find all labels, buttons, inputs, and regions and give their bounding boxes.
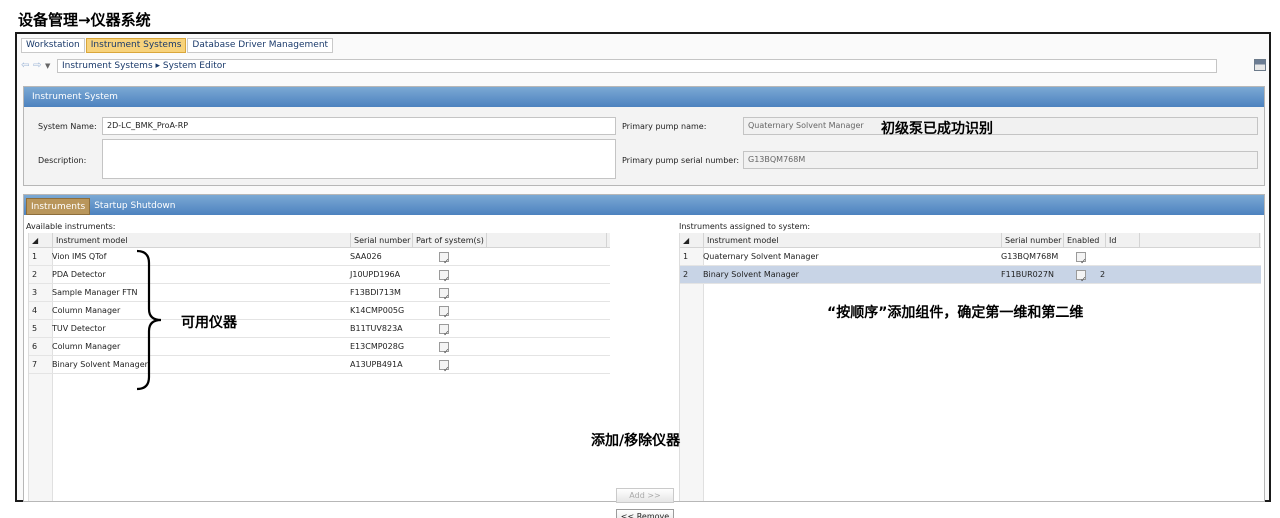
serial-number-cell: F11BUR027N xyxy=(1001,270,1054,279)
instrument-model-cell: Sample Manager FTN xyxy=(52,288,138,297)
instruments-tabs: Instruments Startup Shutdown xyxy=(24,195,1264,215)
description-label: Description: xyxy=(38,156,87,165)
tab-instruments[interactable]: Instruments xyxy=(26,198,91,215)
main-tabs: Workstation Instrument Systems Database … xyxy=(21,38,334,53)
instrument-model-cell: Binary Solvent Manager xyxy=(703,270,799,279)
serial-number-cell: SAA026 xyxy=(350,252,382,261)
table-row[interactable]: 1 Vion IMS QTof SAA026 ✓ xyxy=(29,248,610,266)
breadcrumb[interactable]: Instrument Systems ▸ System Editor xyxy=(57,59,1217,73)
available-instruments-grid: ◢ Instrument model Serial number Part of… xyxy=(28,233,610,501)
row-index: 7 xyxy=(32,360,38,369)
add-button[interactable]: Add >> xyxy=(616,488,674,503)
col-instrument-model[interactable]: Instrument model xyxy=(53,233,351,247)
table-row[interactable]: 5 TUV Detector B11TUV823A ✓ xyxy=(29,320,610,338)
instrument-model-cell: Column Manager xyxy=(52,342,121,351)
serial-number-cell: G13BQM768M xyxy=(1001,252,1059,261)
part-of-system-checkbox[interactable]: ✓ xyxy=(439,252,450,266)
part-of-system-checkbox[interactable]: ✓ xyxy=(439,324,450,338)
available-instruments-title: Available instruments: xyxy=(26,222,116,231)
part-of-system-checkbox[interactable]: ✓ xyxy=(439,306,450,320)
serial-number-cell: A13UPB491A xyxy=(350,360,403,369)
annotation-order-note: “按顺序”添加组件，确定第一维和第二维 xyxy=(827,305,1084,321)
instrument-system-header: Instrument System xyxy=(24,87,1264,107)
col-instrument-model[interactable]: Instrument model xyxy=(704,233,1002,247)
primary-pump-name-label: Primary pump name: xyxy=(622,122,707,131)
save-icon[interactable] xyxy=(1254,59,1266,71)
table-row[interactable]: 4 Column Manager K14CMP005G ✓ xyxy=(29,302,610,320)
instrument-model-cell: Quaternary Solvent Manager xyxy=(703,252,819,261)
col-blank xyxy=(487,233,607,247)
back-arrow-icon[interactable]: ⇦ xyxy=(21,61,33,71)
assigned-grid-header: ◢ Instrument model Serial number Enabled… xyxy=(680,233,1261,248)
description-input[interactable] xyxy=(102,139,616,179)
available-grid-header: ◢ Instrument model Serial number Part of… xyxy=(29,233,610,248)
annotation-available-instruments: 可用仪器 xyxy=(181,315,237,331)
primary-pump-serial-label: Primary pump serial number: xyxy=(622,156,740,165)
available-rows: 1 Vion IMS QTof SAA026 ✓ 2 PDA Detector J10UPD… xyxy=(29,248,610,374)
tab-startup-shutdown[interactable]: Startup Shutdown xyxy=(90,198,179,215)
col-enabled[interactable]: Enabled xyxy=(1064,233,1106,247)
col-part-of-systems[interactable]: Part of system(s) xyxy=(413,233,487,247)
enabled-checkbox[interactable]: ✓ xyxy=(1076,270,1087,284)
instrument-system-panel: Instrument System System Name: 2D-LC_BMK… xyxy=(23,86,1265,186)
row-index: 3 xyxy=(32,288,38,297)
table-row[interactable]: 6 Column Manager E13CMP028G ✓ xyxy=(29,338,610,356)
serial-number-cell: F13BDI713M xyxy=(350,288,401,297)
id-cell xyxy=(1086,248,1120,265)
primary-pump-serial-field: G13BQM768M xyxy=(743,151,1258,169)
instruments-panel: Instruments Startup Shutdown Available i… xyxy=(23,194,1265,518)
serial-number-cell: K14CMP005G xyxy=(350,306,405,315)
part-of-system-checkbox[interactable]: ✓ xyxy=(439,342,450,356)
app-window: Workstation Instrument Systems Database … xyxy=(15,32,1271,518)
header-corner: ◢ xyxy=(680,233,704,247)
part-of-system-checkbox[interactable]: ✓ xyxy=(439,288,450,302)
tab-database-driver-management[interactable]: Database Driver Management xyxy=(187,38,334,53)
assigned-instruments-title: Instruments assigned to system: xyxy=(679,222,811,231)
row-index: 4 xyxy=(32,306,38,315)
enabled-checkbox[interactable]: ✓ xyxy=(1076,252,1087,266)
instrument-model-cell: Vion IMS QTof xyxy=(52,252,107,261)
table-row[interactable]: 7 Binary Solvent Manager A13UPB491A ✓ xyxy=(29,356,610,374)
serial-number-cell: E13CMP028G xyxy=(350,342,405,351)
col-id[interactable]: Id xyxy=(1106,233,1140,247)
row-index: 2 xyxy=(683,270,689,279)
tab-workstation[interactable]: Workstation xyxy=(21,38,85,53)
instrument-model-cell: Binary Solvent Manager xyxy=(52,360,148,369)
row-index: 6 xyxy=(32,342,38,351)
primary-pump-name-field: Quaternary Solvent Manager xyxy=(743,117,1258,135)
col-serial-number[interactable]: Serial number xyxy=(351,233,413,247)
col-serial-number[interactable]: Serial number xyxy=(1002,233,1064,247)
system-name-label: System Name: xyxy=(38,122,97,131)
brace-icon xyxy=(136,249,162,391)
id-cell: 2 xyxy=(1100,270,1106,279)
col-blank xyxy=(1140,233,1260,247)
annotation-pump-identified: 初级泵已成功识别 xyxy=(881,121,993,137)
system-name-input[interactable]: 2D-LC_BMK_ProA-RP xyxy=(102,117,616,135)
table-row[interactable]: 2 PDA Detector J10UPD196A ✓ xyxy=(29,266,610,284)
page-caption: 设备管理→仪器系统 xyxy=(18,11,151,29)
table-row[interactable]: 3 Sample Manager FTN F13BDI713M ✓ xyxy=(29,284,610,302)
tab-instrument-systems[interactable]: Instrument Systems xyxy=(85,38,187,53)
header-corner: ◢ xyxy=(29,233,53,247)
assigned-instruments-grid: ◢ Instrument model Serial number Enabled… xyxy=(679,233,1261,501)
table-row[interactable]: 1 Quaternary Solvent Manager G13BQM768M ✓ xyxy=(680,248,1261,266)
serial-number-cell: B11TUV823A xyxy=(350,324,403,333)
assigned-rows: 1 Quaternary Solvent Manager G13BQM768M ✓ 2 B… xyxy=(680,248,1261,284)
part-of-system-checkbox[interactable]: ✓ xyxy=(439,270,450,284)
serial-number-cell: J10UPD196A xyxy=(350,270,401,279)
row-index: 1 xyxy=(683,252,689,261)
row-index: 1 xyxy=(32,252,38,261)
table-row[interactable]: 2 Binary Solvent Manager F11BUR027N ✓ 2 xyxy=(680,266,1261,284)
row-index: 2 xyxy=(32,270,38,279)
row-index: 5 xyxy=(32,324,38,333)
forward-arrow-icon[interactable]: ⇨ xyxy=(33,61,45,71)
history-dropdown-icon[interactable]: ▼ xyxy=(45,62,55,70)
annotation-add-remove: 添加/移除仪器 xyxy=(591,433,681,449)
instrument-model-cell: PDA Detector xyxy=(52,270,106,279)
part-of-system-checkbox[interactable]: ✓ xyxy=(439,360,450,374)
nav-bar: ⇦ ⇨ ▼ Instrument Systems ▸ System Editor xyxy=(21,58,1266,74)
remove-button[interactable]: << Remove xyxy=(616,509,674,518)
